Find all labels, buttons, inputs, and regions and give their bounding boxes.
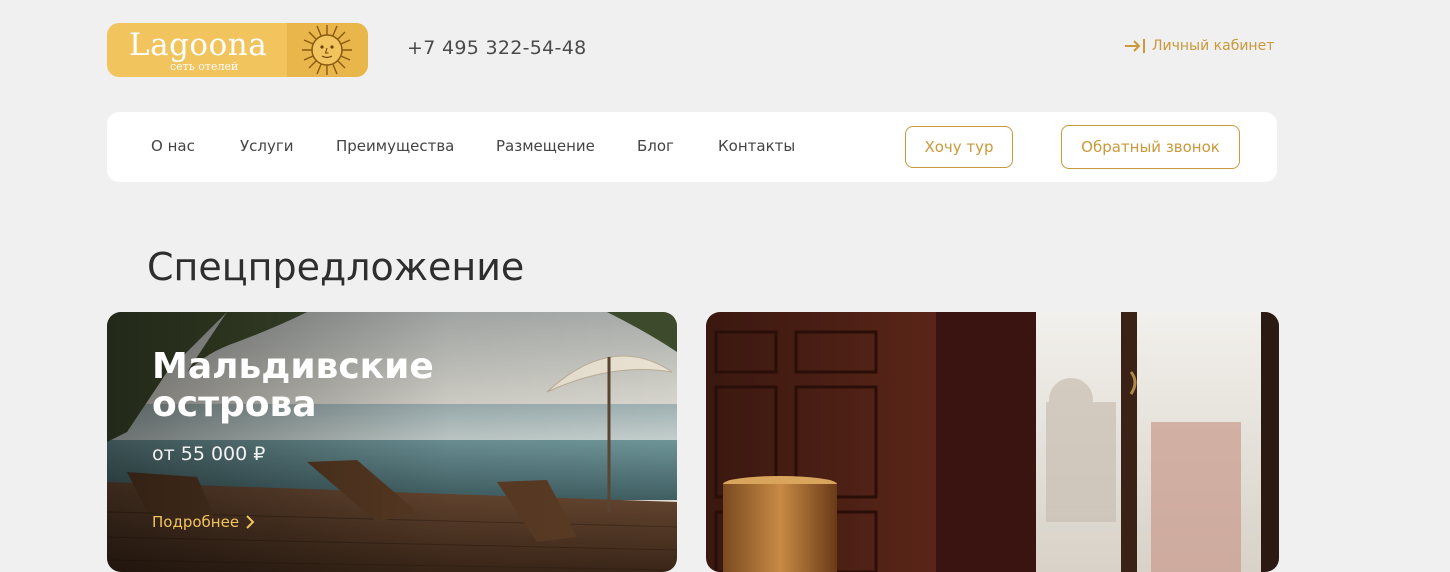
section-title: Спецпредложение	[147, 245, 525, 289]
want-tour-button[interactable]: Хочу тур	[905, 126, 1013, 168]
chevron-right-icon	[246, 515, 255, 529]
offer-price: от 55 000 ₽	[152, 443, 266, 465]
nav-item-contacts[interactable]: Контакты	[718, 137, 795, 155]
main-nav: О нас Услуги Преимущества Размещение Бло…	[107, 112, 1277, 182]
nav-item-services[interactable]: Услуги	[240, 137, 293, 155]
details-link[interactable]: Подробнее	[152, 513, 255, 531]
nav-item-blog[interactable]: Блог	[637, 137, 674, 155]
nav-item-advantages[interactable]: Преимущества	[336, 137, 454, 155]
details-label: Подробнее	[152, 513, 240, 531]
account-label: Личный кабинет	[1152, 38, 1275, 54]
offer-card-maldives[interactable]: Мальдивские острова от 55 000 ₽ Подробне…	[107, 312, 677, 572]
sun-icon	[287, 23, 368, 77]
logo[interactable]: Lagoona сеть отелей	[107, 23, 368, 77]
hotel-room-photo	[706, 312, 1279, 572]
offer-title: Мальдивские острова	[152, 346, 434, 425]
phone-number[interactable]: +7 495 322-54-48	[407, 37, 586, 59]
account-link[interactable]: Личный кабинет	[1124, 38, 1274, 54]
logo-text: Lagoona	[129, 27, 268, 63]
login-icon	[1125, 39, 1145, 53]
nav-item-about[interactable]: О нас	[151, 137, 195, 155]
offer-card-hotel[interactable]	[706, 312, 1279, 572]
logo-subtitle: сеть отелей	[170, 60, 239, 73]
nav-item-accommodation[interactable]: Размещение	[496, 137, 595, 155]
callback-button[interactable]: Обратный звонок	[1061, 125, 1240, 169]
